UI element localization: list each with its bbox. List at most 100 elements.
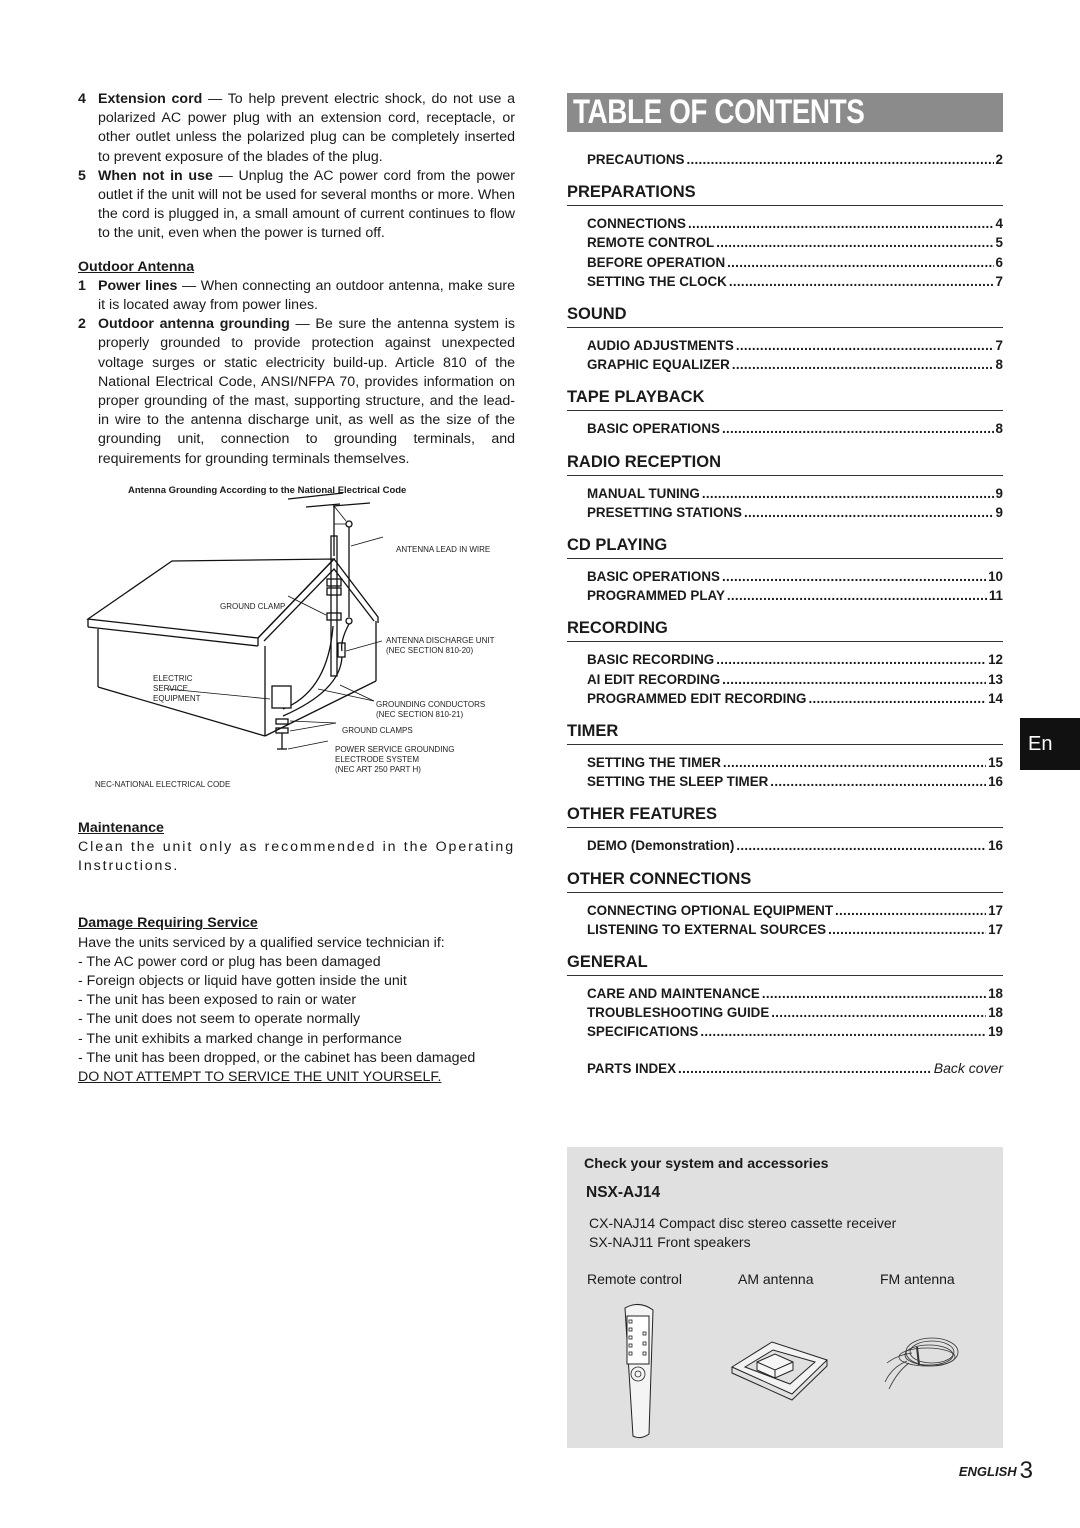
toc-entry[interactable]: PROGRAMMED EDIT RECORDING 14 (567, 689, 1003, 708)
damage-item: - The AC power cord or plug has been dam… (78, 953, 381, 970)
toc-entry[interactable]: TROUBLESHOOTING GUIDE 18 (567, 1003, 1003, 1022)
damage-item: - The unit has been dropped, or the cabi… (78, 1049, 476, 1066)
item-number: 2 (78, 316, 86, 333)
toc-entry-page: 16 (988, 774, 1003, 790)
damage-item: - Foreign objects or liquid have gotten … (78, 973, 407, 990)
toc-entry-title: AUDIO ADJUSTMENTS (587, 338, 734, 354)
toc-entry[interactable]: CARE AND MAINTENANCE 18 (567, 984, 1003, 1003)
toc-entry-title: SETTING THE CLOCK (587, 273, 727, 289)
toc-entry[interactable]: GRAPHIC EQUALIZER 8 (567, 355, 1003, 374)
leader-dots (744, 503, 994, 522)
toc-entry-title: PROGRAMMED EDIT RECORDING (587, 690, 807, 706)
toc-entry-page: 13 (988, 671, 1003, 687)
left-column: 4 Extension cord — To help prevent elect… (78, 90, 515, 1087)
label-line: (NEC SECTION 810-21) (376, 709, 464, 719)
toc-title: TABLE OF CONTENTS (573, 93, 865, 131)
toc-entry-title: REMOTE CONTROL (587, 235, 715, 251)
toc-entry[interactable]: PRECAUTIONS 2 (567, 150, 1003, 169)
item-title: Outdoor antenna grounding (98, 316, 290, 333)
toc-entry-title: PRECAUTIONS (587, 152, 685, 167)
toc-entry-title: SETTING THE TIMER (587, 755, 721, 771)
toc-entry-page: 7 (995, 273, 1003, 289)
label-power-service: POWER SERVICE GROUNDING ELECTRODE SYSTEM(… (335, 745, 454, 775)
footer-language: ENGLISH (958, 1464, 1017, 1479)
toc-entry-title: GRAPHIC EQUALIZER (587, 357, 730, 373)
toc-entry[interactable]: BASIC OPERATIONS 10 (567, 567, 1003, 586)
toc-section: CD PLAYINGBASIC OPERATIONS10PROGRAMMED P… (567, 535, 1003, 605)
toc-section-heading: GENERAL (567, 952, 1003, 977)
antenna-grounding-diagram: Antenna Grounding According to the Natio… (78, 481, 515, 799)
accessories-box: Check your system and accessories NSX-AJ… (567, 1147, 1003, 1448)
toc-section: GENERAL CARE AND MAINTENANCE18TROUBLESHOO… (567, 952, 1003, 1042)
toc-entry[interactable]: REMOTE CONTROL 5 (567, 233, 1003, 252)
leader-dots (716, 650, 986, 669)
antenna-item-grounding: 2 Outdoor antenna grounding — Be sure th… (78, 315, 515, 469)
label-antenna-lead-in: ANTENNA LEAD IN WIRE (396, 544, 491, 554)
leader-dots (736, 836, 986, 855)
toc-entry-title: AI EDIT RECORDING (587, 671, 721, 687)
toc-entry-title: MANUAL TUNING (587, 485, 700, 501)
accessory-label-am: AM antenna (738, 1271, 814, 1287)
toc-entry-page: 5 (995, 235, 1003, 251)
toc-section: PREPARATIONS CONNECTIONS 4 REMOTE CONTROL 5 B… (567, 182, 1003, 291)
toc-entry[interactable]: SETTING THE TIMER 15 (567, 753, 1003, 772)
toc-entry[interactable]: BASIC RECORDING 12 (567, 650, 1003, 669)
item-number: 5 (78, 167, 86, 184)
damage-heading: Damage Requiring Service (78, 915, 258, 932)
damage-item: - The unit has been exposed to rain or w… (78, 992, 357, 1009)
label-ground-clamps: GROUND CLAMPS (342, 725, 413, 735)
toc-section-heading: OTHER FEATURES (567, 804, 1003, 829)
label-line: ELECTRIC (153, 673, 193, 683)
component-list: CX-NAJ14 Compact disc stereo cassette re… (589, 1214, 896, 1252)
leader-dots (700, 1022, 986, 1041)
label-discharge-unit: ANTENNA DISCHARGE UNIT (NEC SECTION 810-2… (386, 636, 494, 656)
leader-dots (688, 214, 994, 233)
toc-entry[interactable]: MANUAL TUNING 9 (567, 484, 1003, 503)
toc-entry[interactable]: PROGRAMMED PLAY 11 (567, 586, 1003, 605)
leader-dots (732, 355, 994, 374)
toc-entry-page: Back cover (933, 1059, 1003, 1076)
leader-dots (736, 336, 994, 355)
maintenance-text: Clean the unit only as recommended in th… (78, 839, 515, 875)
toc-section-heading: RECORDING (567, 618, 1003, 643)
toc-entry[interactable]: CONNECTING OPTIONAL EQUIPMENT 17 (567, 901, 1003, 920)
toc-entry[interactable]: PRESETTING STATIONS 9 (567, 503, 1003, 522)
toc-entry[interactable]: PARTS INDEX Back cover (567, 1059, 1003, 1078)
toc-sections: PREPARATIONS CONNECTIONS 4 REMOTE CONTROL 5 B… (567, 182, 1003, 1041)
toc-entry[interactable]: SPECIFICATIONS 19 (567, 1022, 1003, 1041)
toc-entry[interactable]: BASIC OPERATIONS 8 (567, 419, 1003, 438)
toc-section: TAPE PLAYBACK BASIC OPERATIONS 8 (567, 387, 1003, 438)
toc-section-heading: PREPARATIONS (567, 182, 1003, 207)
toc-entry-title: PRESETTING STATIONS (587, 504, 742, 520)
label-line: (NEC SECTION 810-20) (386, 645, 474, 655)
remote-control-icon (624, 1304, 654, 1439)
toc-entry-page: 10 (988, 569, 1003, 585)
leader-dots (835, 901, 986, 920)
fm-antenna-icon (884, 1337, 959, 1390)
toc-entry[interactable]: AI EDIT RECORDING 13 (567, 670, 1003, 689)
toc-entry[interactable]: AUDIO ADJUSTMENTS 7 (567, 336, 1003, 355)
item-title: When not in use (98, 167, 213, 184)
toc-entry[interactable]: LISTENING TO EXTERNAL SOURCES 17 (567, 920, 1003, 939)
toc-entry[interactable]: DEMO (Demonstration) 16 (567, 836, 1003, 855)
toc-entry[interactable]: SETTING THE CLOCK 7 (567, 272, 1003, 291)
toc-entry[interactable]: CONNECTIONS 4 (567, 214, 1003, 233)
toc-section: TIMERSETTING THE TIMER15SETTING THE SLEE… (567, 721, 1003, 791)
language-tab[interactable]: En (1020, 718, 1080, 770)
toc-entry[interactable]: BEFORE OPERATION 6 (567, 253, 1003, 272)
toc-entry-title: SPECIFICATIONS (587, 1024, 699, 1040)
toc-entry-page: 2 (995, 152, 1003, 167)
toc-entry-page: 12 (988, 652, 1003, 668)
label-line: ELECTRODE SYSTEM (335, 754, 420, 764)
toc-entry-title: BEFORE OPERATION (587, 254, 726, 270)
toc-entry-page: 4 (995, 216, 1003, 232)
damage-list: - The AC power cord or plug has been dam… (78, 953, 515, 1068)
toc-entry-page: 9 (995, 485, 1003, 501)
toc-entry-title: PARTS INDEX (587, 1060, 677, 1076)
toc-section: OTHER CONNECTIONS CONNECTING OPTIONAL EQU… (567, 869, 1003, 939)
leader-dots (716, 233, 993, 252)
label-line: SERVICE (153, 683, 188, 693)
toc-entry-title: BASIC OPERATIONS (587, 421, 720, 437)
toc-entry[interactable]: SETTING THE SLEEP TIMER 16 (567, 772, 1003, 791)
leader-dots (729, 272, 994, 291)
